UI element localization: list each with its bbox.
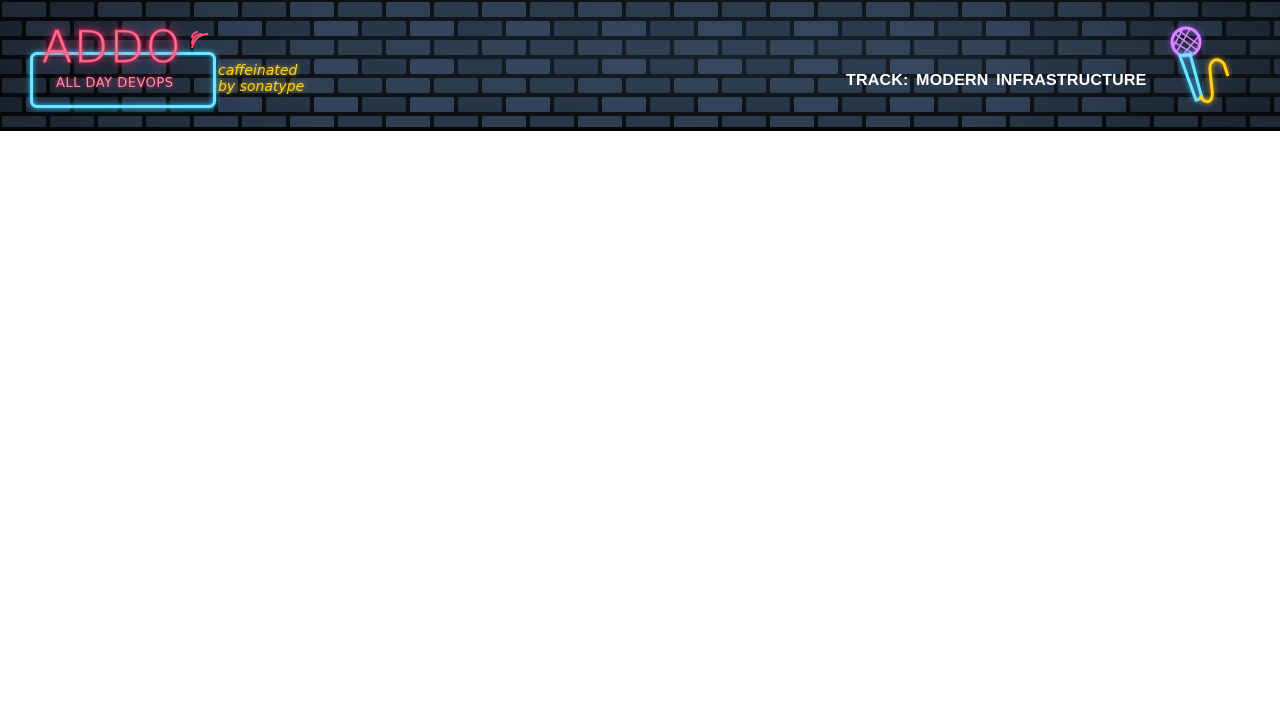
logo-tagline: caffeinated by sonatype <box>218 63 304 95</box>
slide-content-area <box>0 131 1280 720</box>
microphone-icon <box>1170 26 1230 104</box>
logo-subtitle: ALL DAY DEVOPS <box>56 76 174 91</box>
signal-waves-icon <box>191 31 209 48</box>
tagline-line-2: by sonatype <box>218 79 305 95</box>
track-label: TRACK: MODERN INFRASTRUCTURE <box>846 72 1147 89</box>
logo-wordmark: ADDO <box>42 22 183 73</box>
header-banner: ADDO ALL DAY DEVOPS caffeinated by sonat… <box>0 0 1280 131</box>
slide: ADDO ALL DAY DEVOPS caffeinated by sonat… <box>0 0 1280 720</box>
addo-logo: ADDO ALL DAY DEVOPS caffeinated by sonat… <box>28 22 318 108</box>
tagline-line-1: caffeinated <box>218 63 298 79</box>
